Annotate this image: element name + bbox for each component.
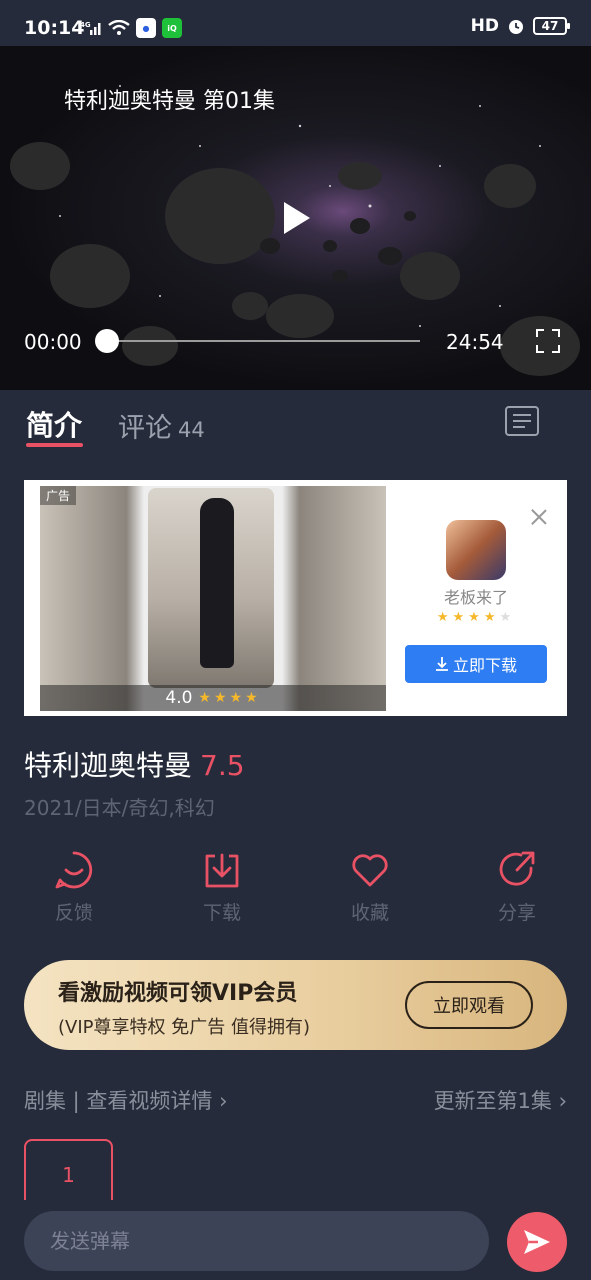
comments-count: 44 xyxy=(178,418,205,442)
hd-label: HD xyxy=(470,16,499,36)
feedback-button[interactable]: 反馈 xyxy=(24,850,124,925)
show-score: 7.5 xyxy=(200,749,245,782)
battery-indicator: 47 xyxy=(533,17,570,35)
ad-download-button[interactable]: 立即下载 xyxy=(405,645,547,683)
action-row: 反馈 下载 收藏 分享 xyxy=(0,850,591,930)
status-bar: 10:14 4G ● iQ HD 47 xyxy=(0,0,591,46)
status-icons-left: 4G ● iQ xyxy=(80,18,182,38)
download-button[interactable]: 下载 xyxy=(172,850,272,925)
favorite-button[interactable]: 收藏 xyxy=(320,850,420,925)
ad-phone-image xyxy=(148,488,274,688)
send-button[interactable] xyxy=(507,1212,567,1272)
network-label: 4G xyxy=(80,21,91,29)
progress-knob[interactable] xyxy=(95,329,119,353)
share-icon xyxy=(499,851,535,886)
ad-banner[interactable]: 广告 4.0 ★★★★ 老板来了 ★★★★★ 立即下载 xyxy=(24,480,567,716)
danmaku-send-bar xyxy=(0,1200,591,1280)
danmaku-list-icon[interactable] xyxy=(505,406,539,436)
show-meta: 2021/日本/奇幻,科幻 xyxy=(24,796,215,820)
download-label: 下载 xyxy=(202,902,241,924)
ad-download-label: 立即下载 xyxy=(452,656,517,675)
total-time: 24:54 xyxy=(446,330,504,354)
send-icon xyxy=(524,1230,550,1254)
tab-comments-label: 评论 xyxy=(118,413,172,444)
latest-episode-link[interactable]: 更新至第1集 › xyxy=(434,1085,567,1115)
episode-item[interactable]: 1 xyxy=(24,1139,113,1209)
cellular-signal-icon: 4G xyxy=(80,21,101,35)
status-icons-right: HD 47 xyxy=(470,16,570,36)
share-button[interactable]: 分享 xyxy=(467,850,567,925)
heart-icon xyxy=(352,854,388,887)
episodes-header: 剧集 | 查看视频详情 › 更新至第1集 › xyxy=(24,1085,567,1115)
video-title: 特利迦奥特曼 第01集 xyxy=(64,89,275,114)
share-label: 分享 xyxy=(497,902,536,924)
ad-rating-bar: 4.0 ★★★★ xyxy=(40,685,386,711)
status-time: 10:14 xyxy=(24,17,85,39)
danmaku-input[interactable] xyxy=(24,1211,489,1271)
detail-tabs: 简介 评论 44 xyxy=(0,390,591,460)
tab-comments[interactable]: 评论 44 xyxy=(118,406,205,445)
vip-title: 看激励视频可领VIP会员 xyxy=(58,981,298,1006)
feedback-icon xyxy=(55,851,93,889)
download-icon xyxy=(205,853,239,888)
ad-rating-stars: ★★★★ xyxy=(198,690,261,706)
ad-figure-image xyxy=(200,498,234,668)
show-title-row: 特利迦奥特曼 7.5 xyxy=(24,744,245,784)
ad-app-name: 老板来了 xyxy=(443,588,508,607)
ad-app-icon[interactable] xyxy=(446,520,506,580)
wifi-icon xyxy=(108,20,130,35)
video-player[interactable]: 特利迦奥特曼 第01集 00:00 24:54 xyxy=(0,46,591,390)
ad-tag: 广告 xyxy=(40,486,77,505)
vip-subtitle: (VIP尊享特权 免广告 值得拥有) xyxy=(58,1017,310,1038)
tab-intro[interactable]: 简介 xyxy=(26,404,82,444)
feedback-label: 反馈 xyxy=(54,902,93,924)
vip-banner[interactable]: 看激励视频可领VIP会员 (VIP尊享特权 免广告 值得拥有) 立即观看 xyxy=(24,960,567,1050)
ad-rating: 4.0 xyxy=(165,688,193,708)
alarm-icon xyxy=(509,20,523,34)
baidu-app-badge: ● xyxy=(136,18,156,38)
current-time: 00:00 xyxy=(24,330,82,354)
view-video-details-link[interactable]: 剧集 | 查看视频详情 › xyxy=(24,1085,228,1115)
iqiyi-app-badge: iQ xyxy=(162,18,182,38)
play-icon[interactable] xyxy=(284,202,310,234)
favorite-label: 收藏 xyxy=(350,902,389,924)
fullscreen-icon[interactable] xyxy=(536,329,560,353)
show-title: 特利迦奥特曼 xyxy=(24,749,193,782)
close-icon[interactable] xyxy=(530,508,548,526)
progress-bar[interactable] xyxy=(107,340,420,342)
vip-watch-button[interactable]: 立即观看 xyxy=(405,981,533,1029)
ad-media[interactable]: 广告 4.0 ★★★★ xyxy=(40,486,386,711)
active-tab-indicator xyxy=(26,443,83,447)
download-arrow-icon xyxy=(435,657,448,671)
ad-app-stars: ★★★★★ xyxy=(436,610,516,625)
